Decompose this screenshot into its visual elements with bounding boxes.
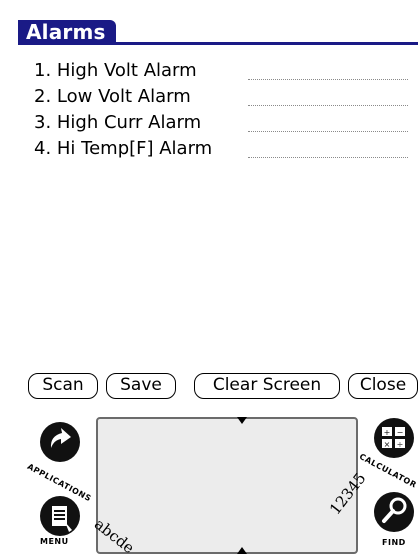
alarm-value-field-1[interactable]	[248, 79, 408, 80]
svg-text:÷: ÷	[397, 440, 404, 449]
scan-button[interactable]: Scan	[28, 373, 98, 399]
alarm-label-3: 3. High Curr Alarm	[34, 112, 202, 133]
graffiti-input-area[interactable]: abcde 12345	[91, 417, 370, 557]
menu-label: MENU	[40, 537, 69, 546]
alarm-label-1: 1. High Volt Alarm	[34, 60, 197, 81]
alarm-value-field-4[interactable]	[248, 157, 408, 158]
find-label: FIND	[382, 538, 406, 547]
svg-text:×: ×	[384, 440, 391, 449]
alarm-value-field-3[interactable]	[248, 131, 408, 132]
svg-text:+: +	[384, 428, 391, 437]
clear-screen-button[interactable]: Clear Screen	[194, 373, 340, 399]
title-underline	[18, 42, 418, 45]
save-button[interactable]: Save	[106, 373, 176, 399]
close-button[interactable]: Close	[348, 373, 418, 399]
window-title: Alarms	[18, 20, 116, 44]
graffiti-letters-label: abcde	[90, 515, 138, 558]
graffiti-divider-bottom	[237, 547, 247, 554]
applications-icon[interactable]	[36, 418, 88, 470]
alarm-label-4: 4. Hi Temp[F] Alarm	[34, 138, 213, 159]
svg-text:−: −	[397, 428, 404, 437]
alarm-label-2: 2. Low Volt Alarm	[34, 86, 191, 107]
find-icon[interactable]	[368, 488, 418, 540]
graffiti-divider-top	[237, 417, 247, 424]
app-screen: Alarms 1. High Volt Alarm 2. Low Volt Al…	[0, 0, 418, 384]
alarm-value-field-2[interactable]	[248, 105, 408, 106]
